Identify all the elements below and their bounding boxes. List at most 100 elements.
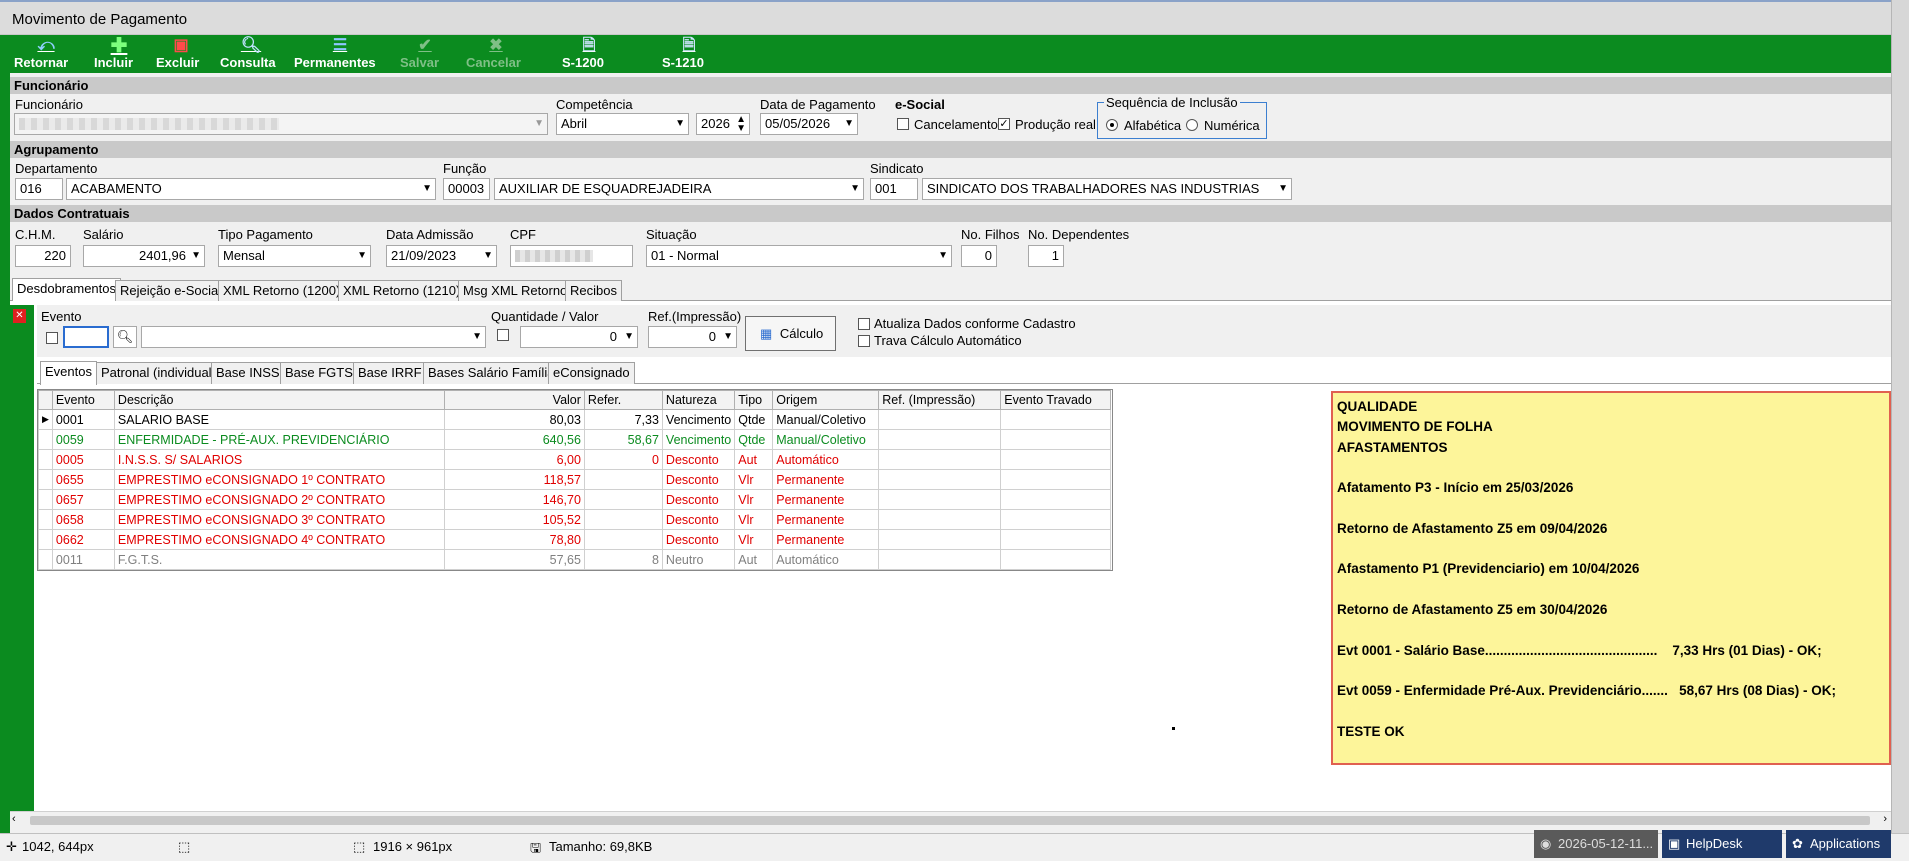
- column-header[interactable]: Descrição: [113, 390, 445, 410]
- table-cell[interactable]: [878, 549, 1002, 570]
- departamento-code-field[interactable]: 016: [15, 178, 63, 200]
- table-row[interactable]: 0655 EMPRESTIMO eCONSIGNADO 1º CONTRATO 11…: [38, 469, 1112, 490]
- table-cell[interactable]: 0: [583, 449, 663, 470]
- atualiza-dados-checkbox[interactable]: [858, 318, 870, 330]
- table-cell[interactable]: F.G.T.S.: [113, 549, 445, 570]
- sindicato-code-field[interactable]: 001: [870, 178, 918, 200]
- tab-rejeicao-esocial[interactable]: Rejeição e-Social: [115, 280, 227, 302]
- table-cell[interactable]: 0662: [51, 529, 115, 550]
- column-header[interactable]: Ref. (Impressão): [878, 390, 1002, 410]
- tab-eventos[interactable]: Eventos: [40, 361, 97, 385]
- departamento-select[interactable]: ACABAMENTO ▼: [66, 178, 436, 200]
- tab-bases-salario-familia[interactable]: Bases Salário Família: [423, 362, 560, 384]
- table-cell[interactable]: 78,80: [443, 529, 585, 550]
- table-cell[interactable]: Desconto: [661, 449, 736, 470]
- eventos-grid[interactable]: Evento Descrição Valor Refer. Natureza T…: [37, 389, 1113, 571]
- table-row[interactable]: 0657 EMPRESTIMO eCONSIGNADO 2º CONTRATO 14…: [38, 489, 1112, 510]
- table-cell[interactable]: Desconto: [661, 469, 736, 490]
- table-cell[interactable]: 118,57: [443, 469, 585, 490]
- table-cell[interactable]: [878, 449, 1002, 470]
- table-cell[interactable]: 0001: [51, 409, 115, 430]
- column-header[interactable]: Tipo: [734, 390, 774, 410]
- table-cell[interactable]: [1000, 489, 1112, 510]
- table-cell[interactable]: Vlr: [734, 489, 774, 510]
- table-cell[interactable]: Vlr: [734, 529, 774, 550]
- table-cell[interactable]: [1000, 549, 1112, 570]
- tab-xml-retorno-1200[interactable]: XML Retorno (1200): [218, 280, 346, 302]
- table-cell[interactable]: [1000, 469, 1112, 490]
- table-cell[interactable]: Vlr: [734, 509, 774, 530]
- cancelamento-checkbox[interactable]: [897, 118, 909, 130]
- table-cell[interactable]: Automático: [772, 449, 880, 470]
- table-cell[interactable]: EMPRESTIMO eCONSIGNADO 1º CONTRATO: [113, 469, 445, 490]
- table-cell[interactable]: 7,33: [583, 409, 663, 430]
- table-cell[interactable]: 105,52: [443, 509, 585, 530]
- taskbar-item-applications[interactable]: ✿ Applications: [1786, 830, 1891, 858]
- table-cell[interactable]: 0658: [51, 509, 115, 530]
- row-indicator[interactable]: [38, 449, 53, 470]
- row-indicator[interactable]: [38, 489, 53, 510]
- evento-code-input[interactable]: [63, 326, 109, 348]
- tab-base-irrf[interactable]: Base IRRF: [353, 362, 427, 384]
- table-cell[interactable]: Aut: [734, 549, 774, 570]
- table-cell[interactable]: 6,00: [443, 449, 585, 470]
- cpf-field[interactable]: [510, 245, 633, 267]
- horizontal-scrollbar[interactable]: ‹ ›: [10, 811, 1891, 829]
- table-cell[interactable]: 58,67: [583, 429, 663, 450]
- table-cell[interactable]: Qtde: [734, 409, 774, 430]
- table-cell[interactable]: EMPRESTIMO eCONSIGNADO 2º CONTRATO: [113, 489, 445, 510]
- scroll-left-icon[interactable]: ‹: [12, 813, 16, 825]
- column-header[interactable]: Refer.: [583, 390, 663, 410]
- tab-recibos[interactable]: Recibos: [565, 280, 622, 302]
- table-cell[interactable]: 57,65: [443, 549, 585, 570]
- ref-impressao-field[interactable]: 0 ▼: [648, 326, 737, 348]
- table-cell[interactable]: 0657: [51, 489, 115, 510]
- evento-checkbox[interactable]: [46, 332, 58, 344]
- column-header[interactable]: Natureza: [661, 390, 736, 410]
- table-cell[interactable]: 0005: [51, 449, 115, 470]
- table-cell[interactable]: Manual/Coletivo: [772, 409, 880, 430]
- table-cell[interactable]: Manual/Coletivo: [772, 429, 880, 450]
- table-cell[interactable]: [583, 489, 663, 510]
- tab-msg-xml-retorno[interactable]: Msg XML Retorno: [458, 280, 573, 302]
- table-cell[interactable]: Permanente: [772, 529, 880, 550]
- table-cell[interactable]: [1000, 529, 1112, 550]
- table-cell[interactable]: [1000, 509, 1112, 530]
- funcao-code-field[interactable]: 00003: [443, 178, 490, 200]
- table-row[interactable]: 0658 EMPRESTIMO eCONSIGNADO 3º CONTRATO 10…: [38, 509, 1112, 530]
- retornar-button[interactable]: ⤺ Retornar: [14, 37, 78, 71]
- table-cell[interactable]: [583, 469, 663, 490]
- table-cell[interactable]: I.N.S.S. S/ SALARIOS: [113, 449, 445, 470]
- salario-field[interactable]: 2401,96 ▼: [83, 245, 205, 267]
- row-indicator[interactable]: [38, 509, 53, 530]
- table-cell[interactable]: [1000, 409, 1112, 430]
- filhos-field[interactable]: 0: [961, 245, 997, 267]
- funcionario-select[interactable]: ▼: [14, 113, 548, 135]
- table-cell[interactable]: Permanente: [772, 469, 880, 490]
- table-cell[interactable]: 8: [583, 549, 663, 570]
- situacao-select[interactable]: 01 - Normal ▼: [646, 245, 952, 267]
- table-cell[interactable]: [878, 409, 1002, 430]
- tab-base-inss[interactable]: Base INSS: [211, 362, 285, 384]
- data-admissao-picker[interactable]: 21/09/2023 ▼: [386, 245, 497, 267]
- permanentes-button[interactable]: ☰ Permanentes: [294, 37, 386, 71]
- table-cell[interactable]: [878, 509, 1002, 530]
- table-cell[interactable]: ENFERMIDADE - PRÉ-AUX. PREVIDENCIÁRIO: [113, 429, 445, 450]
- table-cell[interactable]: Desconto: [661, 489, 736, 510]
- taskbar-item-screenshot[interactable]: ◉ 2026-05-12-11...: [1534, 830, 1658, 858]
- evento-search-button[interactable]: 🔍︎: [113, 326, 137, 348]
- row-indicator[interactable]: [38, 529, 53, 550]
- tipo-pagamento-select[interactable]: Mensal ▼: [218, 245, 371, 267]
- trava-calculo-checkbox[interactable]: [858, 335, 870, 347]
- table-cell[interactable]: Desconto: [661, 509, 736, 530]
- table-cell[interactable]: 146,70: [443, 489, 585, 510]
- table-cell[interactable]: Vencimento: [661, 429, 736, 450]
- table-cell[interactable]: EMPRESTIMO eCONSIGNADO 4º CONTRATO: [113, 529, 445, 550]
- close-icon[interactable]: ✕: [13, 309, 26, 323]
- calculo-button[interactable]: ▦ Cálculo: [745, 316, 836, 351]
- tab-base-fgts[interactable]: Base FGTS: [280, 362, 358, 384]
- table-cell[interactable]: Permanente: [772, 509, 880, 530]
- sindicato-select[interactable]: SINDICATO DOS TRABALHADORES NAS INDUSTRI…: [922, 178, 1292, 200]
- table-cell[interactable]: SALARIO BASE: [113, 409, 445, 430]
- table-cell[interactable]: EMPRESTIMO eCONSIGNADO 3º CONTRATO: [113, 509, 445, 530]
